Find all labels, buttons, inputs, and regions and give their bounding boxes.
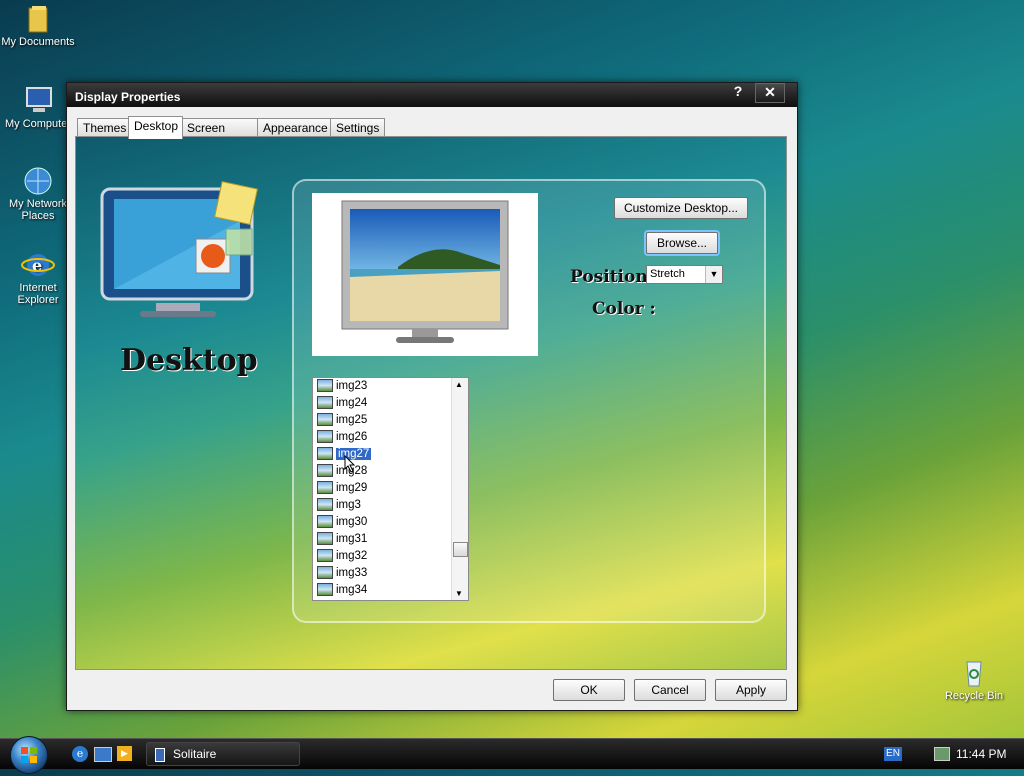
language-indicator[interactable]: EN	[884, 747, 902, 761]
background-list-item-label: img3	[336, 499, 361, 511]
background-list-item-label: img34	[336, 584, 368, 596]
image-file-icon	[317, 498, 333, 512]
image-file-icon	[317, 430, 333, 444]
scroll-down-icon[interactable]: ▼	[455, 589, 463, 598]
desktop-monitor-icon	[100, 181, 258, 317]
ok-button[interactable]: OK	[553, 679, 625, 701]
desktop-icon-my-computer[interactable]: My Computer	[0, 86, 76, 130]
color-label: Color :	[592, 299, 656, 319]
taskbar: e ▶ Solitaire EN 11:44 PM	[0, 736, 1024, 774]
desktop-icon-label: My Computer	[4, 118, 72, 130]
position-select[interactable]: Stretch ▼	[646, 265, 723, 284]
background-list-item[interactable]: img32	[313, 548, 468, 565]
customize-desktop-button[interactable]: Customize Desktop...	[614, 197, 748, 219]
desktop-icon-my-documents[interactable]: My Documents	[0, 4, 76, 48]
image-file-icon	[317, 515, 333, 529]
background-list-item[interactable]: img28	[313, 463, 468, 480]
network-tray-icon[interactable]	[934, 747, 950, 761]
internet-explorer-icon: e	[21, 250, 55, 280]
image-file-icon	[317, 549, 333, 563]
close-button[interactable]: ✕	[755, 83, 785, 103]
tab-desktop[interactable]: Desktop	[128, 116, 183, 139]
mouse-cursor-icon	[344, 455, 356, 473]
window-titlebar[interactable]: Display Properties ? ✕	[67, 83, 797, 107]
image-file-icon	[317, 413, 333, 427]
chevron-down-icon[interactable]: ▼	[705, 266, 722, 283]
wallpaper-preview	[312, 193, 538, 356]
background-list-item-label: img23	[336, 380, 368, 392]
help-button[interactable]: ?	[723, 83, 753, 101]
image-file-icon	[317, 583, 333, 597]
background-list-item[interactable]: img26	[313, 429, 468, 446]
background-list-item[interactable]: img33	[313, 565, 468, 582]
listbox-scrollbar[interactable]: ▲ ▼	[451, 378, 468, 600]
tab-screen-saver[interactable]: Screen Saver	[181, 118, 259, 153]
image-file-icon	[317, 532, 333, 546]
browse-button[interactable]: Browse...	[646, 232, 718, 254]
position-select-value: Stretch	[650, 268, 685, 280]
desktop-icon-network-places[interactable]: My Network Places	[0, 166, 76, 222]
background-list-item-label: img31	[336, 533, 368, 545]
background-list-item[interactable]: img29	[313, 480, 468, 497]
background-list-item[interactable]: img31	[313, 531, 468, 548]
desktop-icon-internet-explorer[interactable]: e Internet Explorer	[0, 250, 76, 306]
monitor-preview-graphic	[341, 200, 509, 343]
background-list-item-label: img32	[336, 550, 368, 562]
recycle-bin-icon	[957, 658, 991, 688]
image-file-icon	[317, 464, 333, 478]
network-globe-icon	[21, 166, 55, 196]
taskbar-item-label: Solitaire	[173, 747, 217, 761]
background-list-item[interactable]: img25	[313, 412, 468, 429]
taskbar-item-solitaire[interactable]: Solitaire	[146, 742, 300, 766]
scroll-up-icon[interactable]: ▲	[455, 380, 463, 389]
image-file-icon	[317, 481, 333, 495]
background-list-item[interactable]: img3	[313, 497, 468, 514]
background-list-item-label: img33	[336, 567, 368, 579]
image-file-icon	[317, 396, 333, 410]
quicklaunch-ie-icon[interactable]: e	[72, 746, 88, 762]
tab-themes[interactable]: Themes	[77, 118, 129, 137]
desktop-icon-label: Recycle Bin	[944, 690, 1004, 702]
clock[interactable]: 11:44 PM	[956, 739, 1006, 769]
background-list-item-label: img29	[336, 482, 368, 494]
background-list-item[interactable]: img24	[313, 395, 468, 412]
solitaire-icon	[155, 747, 165, 762]
background-list-item-label: img25	[336, 414, 368, 426]
desktop-tab-panel: Desktop Customize Desktop... Browse... P…	[75, 136, 787, 670]
background-list-item-label: img26	[336, 431, 368, 443]
desktop-icon-label: Internet Explorer	[17, 282, 59, 306]
scrollbar-thumb[interactable]	[453, 542, 468, 557]
image-file-icon	[317, 447, 333, 461]
background-list-item[interactable]: img23	[313, 378, 468, 395]
display-properties-window: Display Properties ? ✕ Themes Desktop Sc…	[66, 82, 798, 711]
background-list-item-label: img30	[336, 516, 368, 528]
desktop-icon-label: My Documents	[1, 36, 75, 48]
computer-icon	[21, 86, 55, 116]
background-list-item[interactable]: img34	[313, 582, 468, 599]
image-file-icon	[317, 566, 333, 580]
desktop-icon-recycle-bin[interactable]: Recycle Bin	[936, 658, 1012, 702]
background-list-item-label: img24	[336, 397, 368, 409]
background-list-item[interactable]: img30	[313, 514, 468, 531]
quicklaunch-media-player-icon[interactable]: ▶	[117, 746, 132, 761]
cancel-button[interactable]: Cancel	[634, 679, 706, 701]
window-title: Display Properties	[75, 90, 181, 104]
tab-appearance[interactable]: Appearance	[257, 118, 332, 137]
apply-button[interactable]: Apply	[715, 679, 787, 701]
quicklaunch-show-desktop-icon[interactable]	[94, 747, 112, 762]
tab-settings[interactable]: Settings	[330, 118, 385, 137]
background-listbox[interactable]: img23 img24 img25 img26 img27img28 img29 img3 i…	[312, 377, 469, 601]
desktop-icon-label: My Network Places	[8, 198, 68, 222]
folder-icon	[21, 4, 55, 34]
image-file-icon	[317, 379, 333, 393]
desktop-banner-title: Desktop	[120, 343, 258, 378]
start-button[interactable]	[10, 736, 48, 774]
background-list-item[interactable]: img27	[313, 446, 468, 463]
